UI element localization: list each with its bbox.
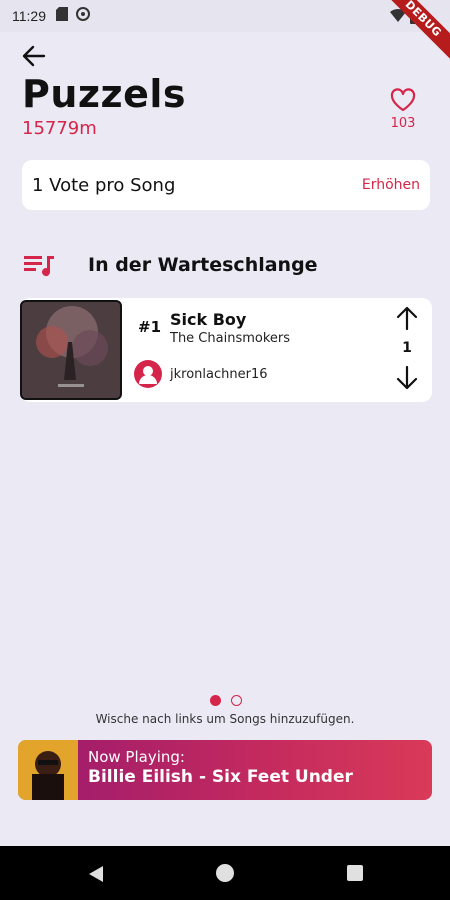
increase-votes-button[interactable]: Erhöhen — [362, 177, 420, 193]
vote-card: 1 Vote pro Song Erhöhen — [22, 160, 430, 210]
vote-card-label: 1 Vote pro Song — [32, 174, 176, 196]
favorite-button[interactable]: 103 — [386, 88, 420, 131]
page-indicator — [210, 695, 242, 706]
back-button[interactable] — [20, 42, 48, 70]
queue-rank: #1 — [138, 318, 162, 336]
now-playing-bar[interactable]: Now Playing: Billie Eilish - Six Feet Un… — [18, 740, 432, 800]
vote-count: 1 — [402, 340, 412, 356]
requested-by-user: jkronlachner16 — [170, 367, 268, 382]
nav-back-icon[interactable] — [88, 865, 104, 887]
heart-icon — [390, 88, 416, 112]
vote-controls: 1 — [390, 304, 424, 396]
now-playing-song: Billie Eilish - Six Feet Under — [88, 767, 353, 787]
now-playing-cover — [18, 740, 78, 800]
queue-heading-label: In der Warteschlange — [88, 254, 318, 276]
status-time: 11:29 — [12, 8, 46, 24]
status-bar: 11:29 — [0, 0, 450, 32]
album-cover — [20, 300, 122, 400]
song-artist: The Chainsmokers — [170, 331, 291, 346]
sync-icon — [76, 7, 90, 25]
downvote-arrow-icon[interactable] — [393, 364, 421, 392]
arrow-left-icon — [22, 45, 46, 67]
song-title: Sick Boy — [170, 310, 247, 329]
distance-label: 15779m — [22, 118, 97, 139]
nav-home-icon[interactable] — [216, 864, 234, 882]
sd-card-icon — [56, 7, 68, 25]
queue-music-icon — [24, 256, 54, 277]
favorite-count: 103 — [390, 116, 416, 131]
user-avatar-icon — [134, 360, 162, 388]
upvote-arrow-icon[interactable] — [393, 304, 421, 332]
queue-heading: In der Warteschlange — [22, 250, 318, 280]
queue-list-item[interactable]: #1 Sick Boy The Chainsmokers jkronlachne… — [20, 298, 432, 402]
now-playing-label: Now Playing: — [88, 748, 185, 766]
page-dot[interactable] — [231, 695, 242, 706]
page-title: Puzzels — [22, 72, 187, 116]
swipe-hint: Wische nach links um Songs hinzuzufügen. — [95, 712, 355, 726]
system-nav-bar — [0, 846, 450, 900]
nav-recents-icon[interactable] — [347, 865, 363, 881]
page-dot-active[interactable] — [210, 695, 221, 706]
